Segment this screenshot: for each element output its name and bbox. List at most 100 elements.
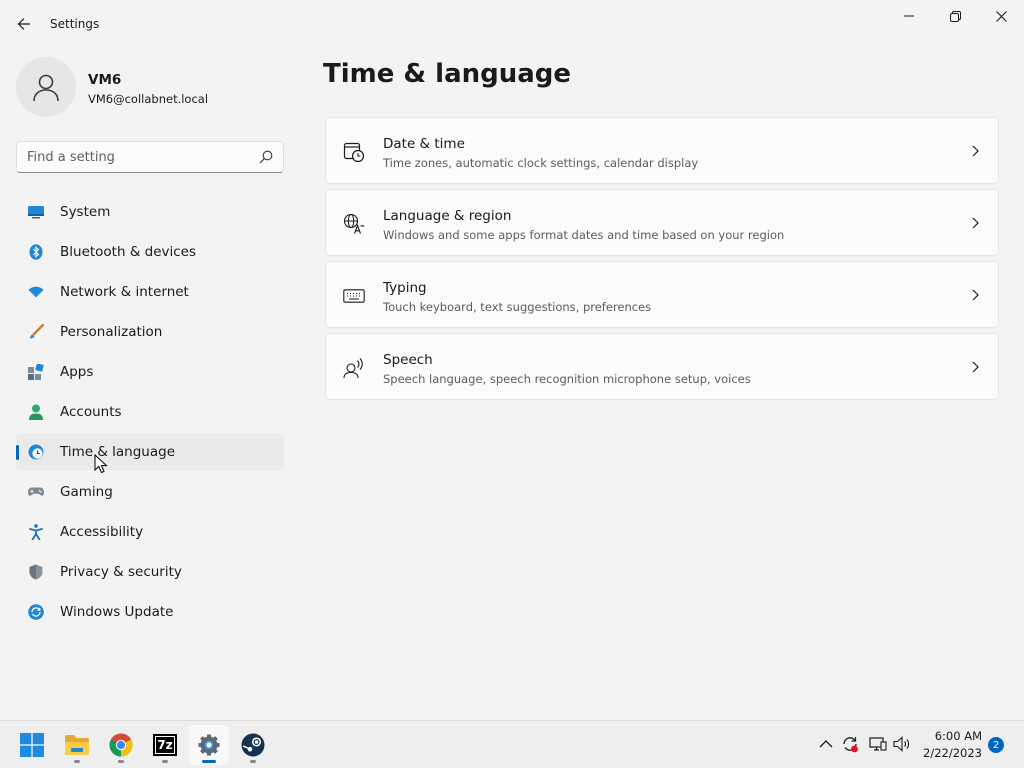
sidebar-item-bluetooth[interactable]: Bluetooth & devices — [16, 234, 284, 270]
card-description: Touch keyboard, text suggestions, prefer… — [383, 300, 652, 314]
taskbar-app-7zip[interactable]: 7z — [145, 725, 185, 765]
sidebar-item-label: System — [60, 204, 111, 220]
sidebar-item-label: Windows Update — [60, 604, 174, 620]
taskbar-app-file-explorer[interactable] — [57, 725, 97, 765]
chevron-right-icon — [972, 361, 979, 373]
sidebar-item-label: Time & language — [60, 444, 176, 460]
app-title: Settings — [50, 17, 100, 31]
chrome-icon — [109, 733, 133, 757]
sidebar-item-label: Apps — [60, 364, 94, 380]
sevenzip-label: 7z — [157, 738, 173, 752]
running-indicator — [162, 760, 168, 763]
language-icon — [343, 213, 365, 235]
taskbar-app-chrome[interactable] — [101, 725, 141, 765]
sidebar-item-apps[interactable]: Apps — [16, 354, 284, 390]
taskbar-app-settings[interactable] — [189, 725, 229, 765]
user-email: VM6@collabnet.local — [88, 92, 209, 106]
wifi-icon — [28, 284, 44, 300]
card-language-region[interactable]: Language & region Windows and some apps … — [325, 189, 999, 256]
bluetooth-icon — [28, 244, 44, 260]
card-date-time[interactable]: Date & time Time zones, automatic clock … — [325, 117, 999, 184]
restore-button[interactable] — [932, 0, 978, 32]
sidebar-item-accessibility[interactable]: Accessibility — [16, 514, 284, 550]
card-typing[interactable]: Typing Touch keyboard, text suggestions,… — [325, 261, 999, 328]
sidebar-nav: System Bluetooth & devices Network & int… — [16, 194, 284, 634]
search-box[interactable] — [16, 141, 284, 173]
chevron-right-icon — [972, 145, 979, 157]
minimize-icon — [904, 15, 914, 17]
sidebar-item-personalization[interactable]: Personalization — [16, 314, 284, 350]
notification-badge[interactable]: 2 — [988, 737, 1004, 753]
shield-icon — [28, 564, 44, 580]
chevron-right-icon — [972, 289, 979, 301]
clock-time[interactable]: 6:00 AM — [920, 729, 982, 743]
restore-icon — [949, 10, 961, 22]
person-icon — [28, 404, 44, 420]
update-icon — [28, 604, 44, 620]
card-title: Date & time — [383, 136, 465, 152]
volume-icon[interactable] — [893, 735, 911, 753]
network-icon[interactable] — [869, 735, 887, 753]
card-description: Windows and some apps format dates and t… — [383, 228, 785, 242]
search-input[interactable] — [17, 142, 253, 172]
minimize-button[interactable] — [886, 0, 932, 32]
steam-icon — [241, 733, 265, 757]
sidebar-item-network[interactable]: Network & internet — [16, 274, 284, 310]
person-silhouette-icon — [33, 74, 59, 102]
user-name: VM6 — [88, 72, 122, 88]
chevron-right-icon — [972, 217, 979, 229]
arrow-left-icon — [17, 18, 30, 30]
brush-icon — [28, 324, 44, 340]
sidebar-item-label: Network & internet — [60, 284, 189, 300]
keyboard-icon — [343, 285, 365, 307]
settings-cards: Date & time Time zones, automatic clock … — [325, 117, 999, 405]
globe-clock-icon — [28, 444, 44, 460]
windows-logo-icon — [20, 733, 44, 757]
sidebar-item-label: Bluetooth & devices — [60, 244, 197, 260]
sidebar-item-privacy[interactable]: Privacy & security — [16, 554, 284, 590]
sidebar-item-gaming[interactable]: Gaming — [16, 474, 284, 510]
system-icon — [28, 204, 44, 220]
sidebar-item-windows-update[interactable]: Windows Update — [16, 594, 284, 630]
apps-icon — [28, 364, 44, 380]
gear-icon — [198, 734, 220, 756]
card-description: Time zones, automatic clock settings, ca… — [383, 156, 699, 170]
show-hidden-icons-button[interactable] — [817, 735, 835, 753]
taskbar: 7z 6:00 AM 2/22/2023 2 — [0, 720, 1024, 768]
sidebar-item-label: Gaming — [60, 484, 113, 500]
calendar-clock-icon — [343, 141, 365, 163]
gamepad-icon — [28, 484, 44, 500]
sidebar-item-label: Personalization — [60, 324, 163, 340]
close-button[interactable] — [978, 0, 1024, 32]
sidebar-item-label: Privacy & security — [60, 564, 182, 580]
sidebar-item-label: Accessibility — [60, 524, 144, 540]
card-title: Typing — [383, 280, 427, 296]
card-title: Language & region — [383, 208, 512, 224]
mouse-cursor-icon — [94, 454, 108, 474]
card-speech[interactable]: Speech Speech language, speech recogniti… — [325, 333, 999, 400]
running-indicator — [202, 760, 216, 763]
sidebar-item-time-language[interactable]: Time & language — [16, 434, 284, 470]
clock-date[interactable]: 2/22/2023 — [910, 746, 982, 760]
sidebar-item-system[interactable]: System — [16, 194, 284, 230]
sync-status-icon[interactable] — [841, 735, 859, 753]
taskbar-app-steam[interactable] — [233, 725, 273, 765]
back-button[interactable] — [8, 8, 40, 40]
sidebar-item-label: Accounts — [60, 404, 122, 420]
start-button[interactable] — [12, 725, 52, 765]
chevron-up-icon — [819, 740, 833, 748]
card-description: Speech language, speech recognition micr… — [383, 372, 751, 386]
card-title: Speech — [383, 352, 433, 368]
sidebar-item-accounts[interactable]: Accounts — [16, 394, 284, 430]
search-icon[interactable] — [259, 150, 273, 164]
sevenzip-icon: 7z — [153, 734, 177, 756]
avatar[interactable] — [16, 57, 76, 117]
close-icon — [995, 10, 1007, 22]
running-indicator — [74, 760, 80, 763]
title-bar: Settings — [0, 0, 1024, 48]
speech-icon — [343, 357, 365, 379]
accessibility-icon — [28, 524, 44, 540]
running-indicator — [118, 760, 124, 763]
page-title: Time & language — [323, 59, 572, 89]
running-indicator — [250, 760, 256, 763]
